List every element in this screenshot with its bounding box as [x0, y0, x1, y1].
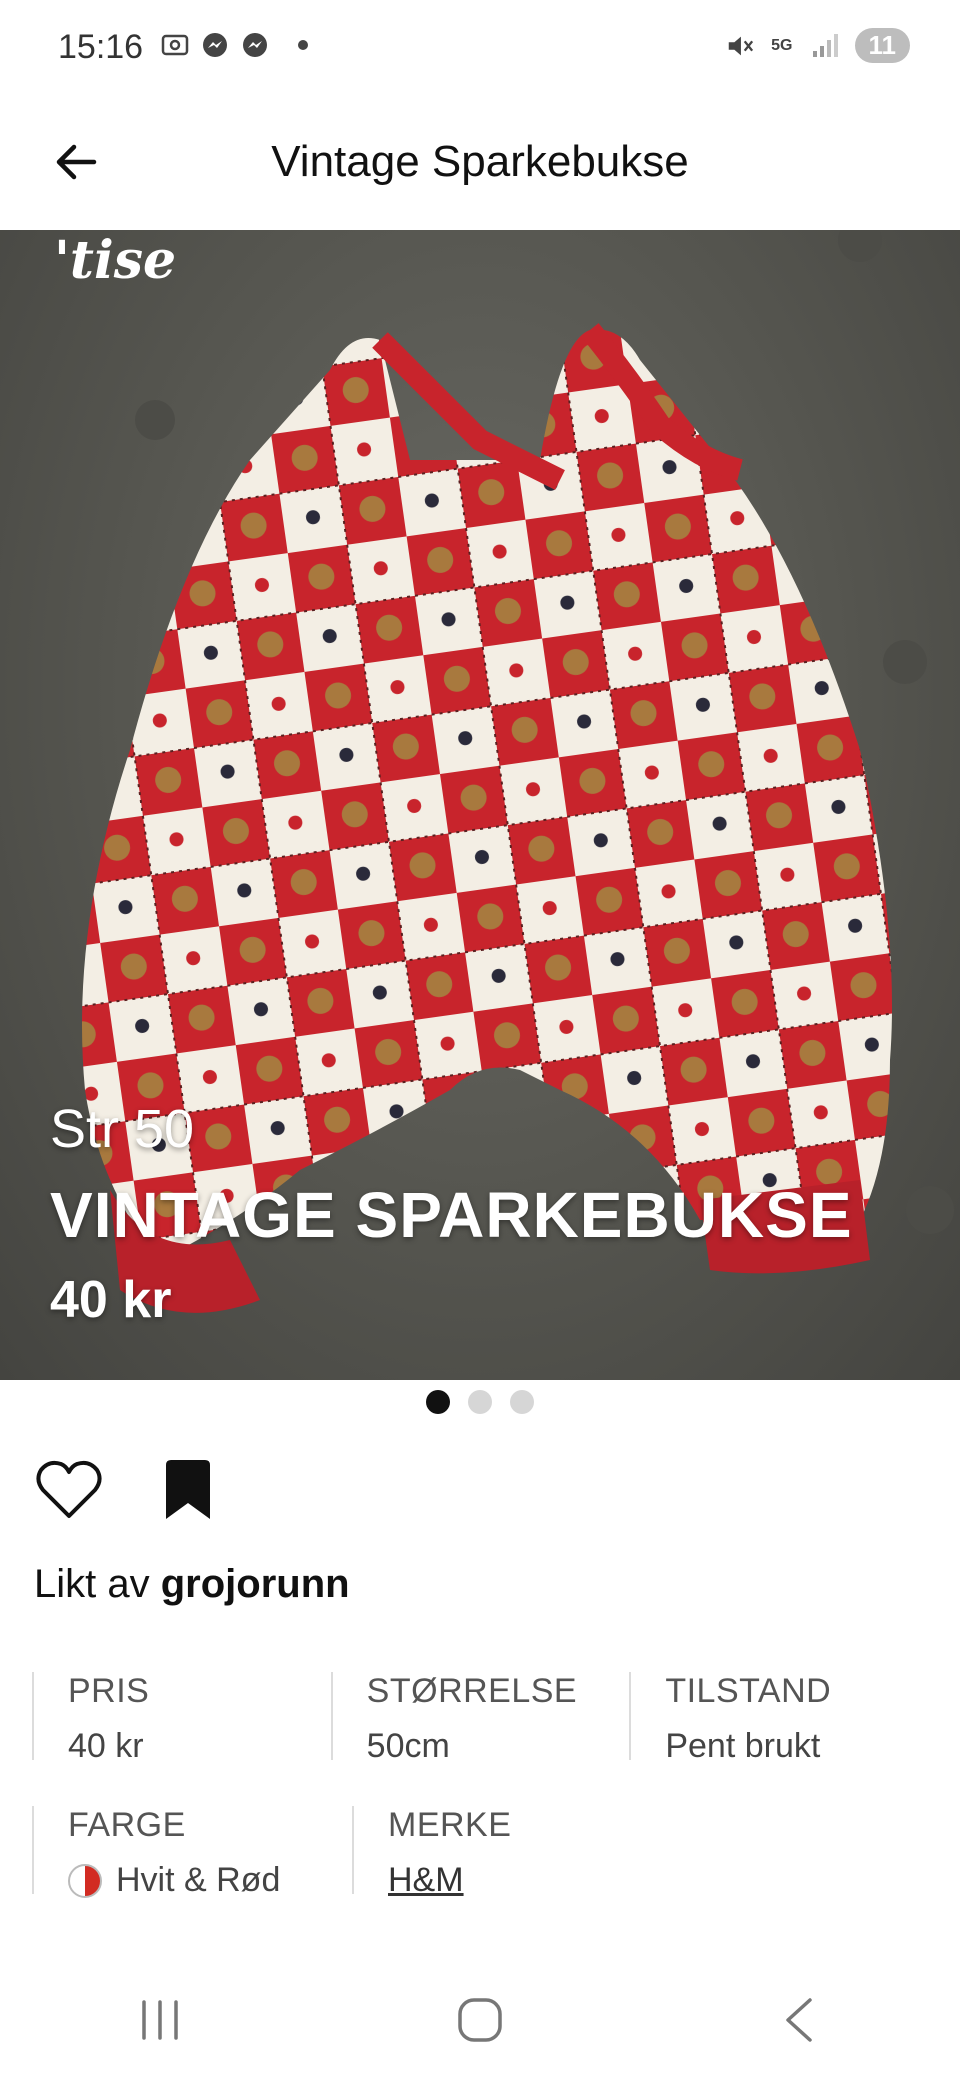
- liked-by: Likt av grojorunn: [34, 1562, 350, 1607]
- notification-dot: [298, 40, 308, 50]
- details-grid: PRIS 40 kr STØRRELSE 50cm TILSTAND Pent …: [32, 1672, 928, 1940]
- app-bar: Vintage Sparkebukse: [0, 100, 960, 230]
- bookmark-icon: [166, 1460, 210, 1519]
- overlay-price: 40 kr: [50, 1271, 172, 1329]
- color-value: Hvit & Rød: [116, 1861, 281, 1899]
- messenger-icon: [200, 30, 230, 60]
- overlay-size: Str 50: [50, 1099, 195, 1159]
- action-row: [32, 1458, 218, 1522]
- brand-link[interactable]: H&M: [388, 1861, 672, 1900]
- detail-color: FARGE Hvit & Rød: [32, 1806, 352, 1899]
- detail-value: 50cm: [366, 1727, 450, 1765]
- detail-label: STØRRELSE: [366, 1672, 578, 1710]
- liked-by-prefix: Likt av: [34, 1562, 150, 1606]
- liked-by-user[interactable]: grojorunn: [161, 1562, 350, 1606]
- heart-icon: [36, 1460, 102, 1518]
- status-bar: 15:16 5G 11: [0, 0, 960, 100]
- overlay-title: VINTAGE SPARKEBUKSE: [50, 1179, 853, 1251]
- pager-dot[interactable]: [510, 1390, 534, 1414]
- product-image[interactable]: 'tise Str 50 VINTAGE SPARKEBUKSE 40 kr: [0, 230, 960, 1380]
- battery-indicator: 11: [854, 28, 910, 63]
- system-nav-bar: [0, 1960, 960, 2080]
- network-label: 5G: [771, 36, 793, 54]
- detail-label: MERKE: [388, 1806, 512, 1844]
- recents-icon: [142, 2000, 178, 2040]
- like-button[interactable]: [32, 1458, 106, 1522]
- tise-logo: 'tise: [54, 230, 177, 291]
- detail-brand: MERKE H&M: [352, 1806, 672, 1899]
- back-icon: [786, 1998, 812, 2042]
- home-icon: [458, 1998, 502, 2042]
- save-button[interactable]: [158, 1458, 218, 1522]
- detail-value: 40 kr: [68, 1727, 144, 1765]
- screenshot-icon: [160, 30, 190, 60]
- status-icons: [160, 30, 308, 60]
- detail-size: STØRRELSE 50cm: [330, 1672, 630, 1765]
- detail-value: Hvit & Rød: [68, 1861, 352, 1900]
- messenger-icon: [240, 30, 270, 60]
- detail-price: PRIS 40 kr: [32, 1672, 331, 1765]
- mute-icon: [725, 31, 755, 61]
- status-time: 15:16: [58, 28, 144, 66]
- page-title: Vintage Sparkebukse: [271, 137, 689, 186]
- image-pager: [0, 1390, 960, 1414]
- color-swatch-icon: [68, 1863, 102, 1898]
- home-button[interactable]: [430, 1980, 530, 2060]
- pager-dot[interactable]: [468, 1390, 492, 1414]
- details-row: FARGE Hvit & Rød MERKE H&M: [32, 1806, 928, 1899]
- recents-button[interactable]: [110, 1980, 210, 2060]
- status-right: 5G 11: [725, 28, 910, 63]
- detail-label: PRIS: [68, 1672, 150, 1710]
- signal-icon: [809, 31, 839, 61]
- detail-label: TILSTAND: [665, 1672, 832, 1710]
- detail-value: Pent brukt: [665, 1727, 821, 1765]
- system-back-button[interactable]: [750, 1980, 850, 2060]
- pager-dot[interactable]: [426, 1390, 450, 1414]
- detail-condition: TILSTAND Pent brukt: [629, 1672, 928, 1765]
- detail-label: FARGE: [68, 1806, 186, 1844]
- details-row: PRIS 40 kr STØRRELSE 50cm TILSTAND Pent …: [32, 1672, 928, 1765]
